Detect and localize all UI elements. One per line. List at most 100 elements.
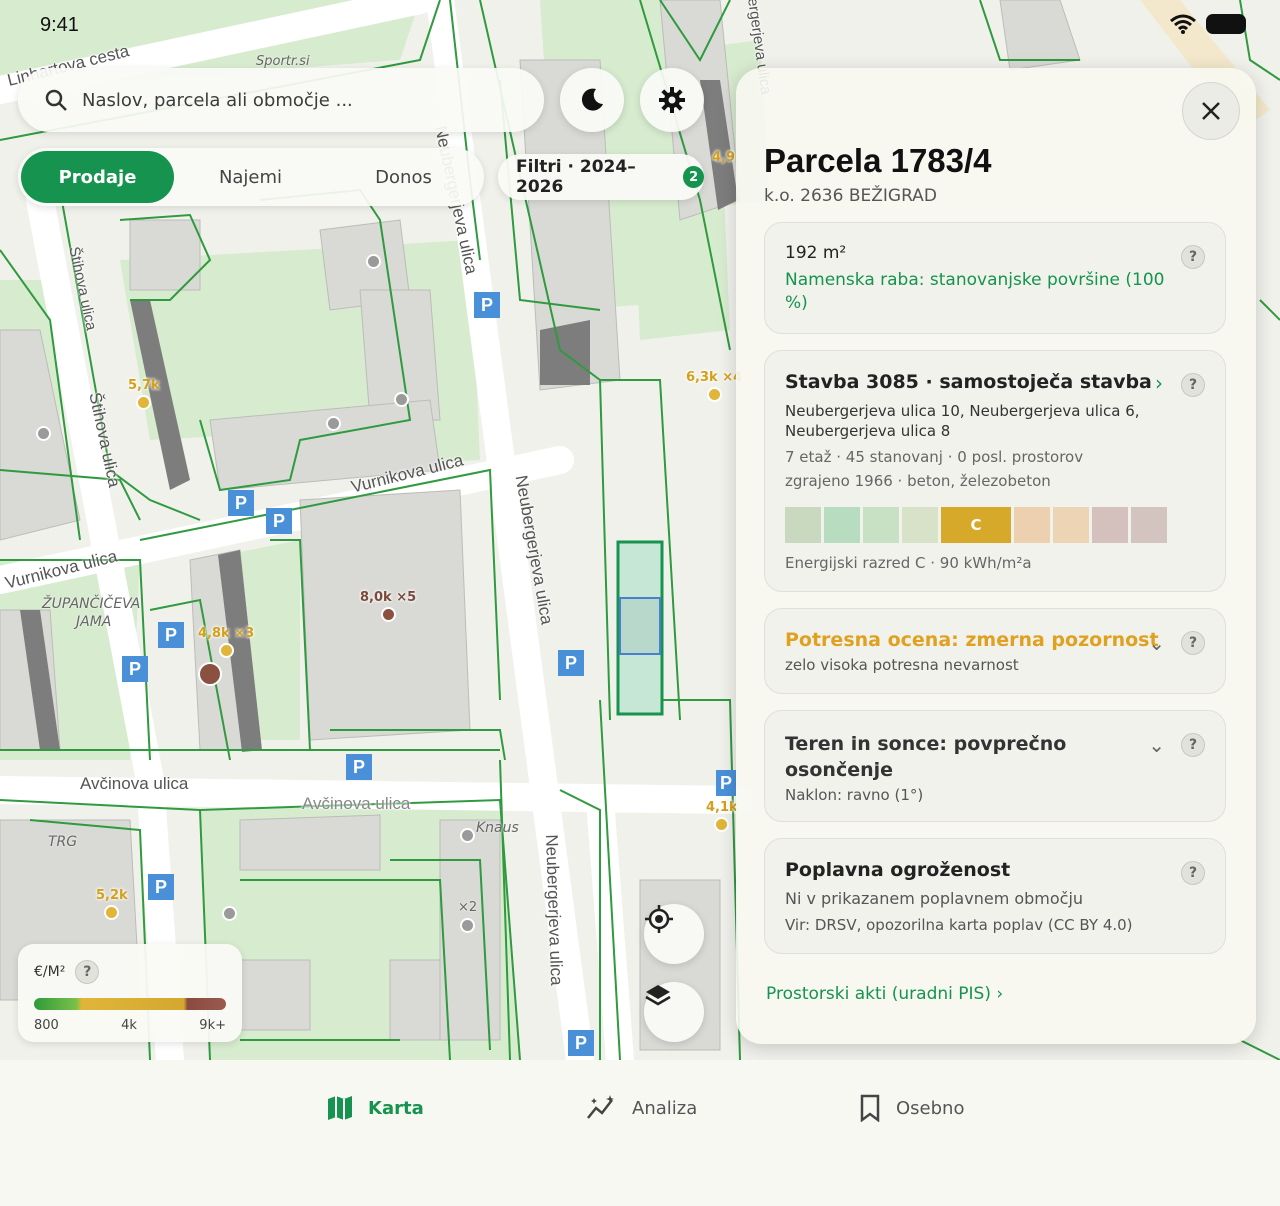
- close-button[interactable]: [1182, 82, 1240, 140]
- terrain-card[interactable]: ? ⌄ Teren in sonce: povprečno osončenje …: [764, 710, 1226, 822]
- help-icon[interactable]: ?: [1181, 861, 1205, 885]
- map-poi-dot[interactable]: [36, 426, 51, 441]
- energy-cell: [1092, 507, 1128, 543]
- energy-cell-selected: C: [941, 507, 1011, 543]
- segment-najemi[interactable]: Najemi: [174, 151, 327, 203]
- flood-title: Poplavna ogroženost: [785, 859, 1011, 881]
- price-pin[interactable]: 4,1k: [706, 800, 738, 832]
- seismic-card[interactable]: ? ⌄ Potresna ocena: zmerna pozornost zel…: [764, 608, 1226, 694]
- parking-icon: P: [228, 490, 254, 516]
- energy-cell: [1131, 507, 1167, 543]
- flood-desc: Ni v prikazanem poplavnem območju: [785, 889, 1084, 908]
- energy-cell: [1053, 507, 1089, 543]
- legend-tick: 4k: [121, 1018, 137, 1033]
- legend-tick: 9k+: [199, 1018, 226, 1033]
- legend-title: €/M²: [34, 964, 66, 980]
- nav-analiza[interactable]: Analiza: [586, 1094, 697, 1122]
- dark-mode-button[interactable]: [560, 68, 624, 132]
- filters-count-badge: 2: [683, 166, 704, 188]
- building-stats: 7 etaž · 45 stanovanj · 0 posl. prostoro…: [785, 448, 1084, 466]
- parcel-title: Parcela 1783/4: [764, 142, 992, 179]
- map-poi-dot[interactable]: [394, 392, 409, 407]
- nav-osebno[interactable]: Osebno: [858, 1094, 964, 1122]
- chevron-right-icon[interactable]: ›: [1155, 371, 1163, 395]
- map-poi-dot[interactable]: [460, 828, 475, 843]
- filters-button[interactable]: Filtri · 2024–2026 2: [498, 154, 704, 200]
- street-label: Avčinova ulica: [302, 794, 411, 813]
- close-icon: [1202, 102, 1220, 120]
- bookmark-icon: [860, 1094, 880, 1122]
- map-poi-dot[interactable]: [326, 416, 341, 431]
- nav-karta[interactable]: Karta: [326, 1094, 424, 1122]
- building-title: Stavba 3085 · samostoječa stavba: [785, 371, 1152, 393]
- legend-tick: 800: [34, 1018, 59, 1033]
- chevron-down-icon[interactable]: ⌄: [1148, 733, 1165, 757]
- crosshair-icon: [645, 905, 673, 933]
- price-pin[interactable]: 8,0k ×5: [360, 590, 416, 622]
- count-label: ×2: [458, 900, 478, 915]
- battery-icon: [1206, 14, 1246, 34]
- map-poi-dot[interactable]: [460, 918, 475, 933]
- parking-icon: P: [158, 622, 184, 648]
- status-bar: 9:41: [0, 0, 1280, 52]
- search-icon: [45, 89, 67, 111]
- mail-icon[interactable]: [198, 662, 222, 686]
- parking-icon: P: [568, 1030, 594, 1056]
- moon-icon: [581, 88, 603, 111]
- place-label: Knaus: [476, 820, 519, 836]
- place-label: JAMA: [76, 614, 112, 630]
- building-card[interactable]: ? › Stavba 3085 · samostoječa stavba Neu…: [764, 350, 1226, 592]
- seismic-title: Potresna ocena: zmerna pozornost: [785, 629, 1159, 651]
- layers-icon: [645, 985, 671, 1006]
- help-icon[interactable]: ?: [75, 960, 100, 984]
- energy-cell: [824, 507, 860, 543]
- place-label: ŽUPANČIČEVA: [42, 596, 141, 612]
- bottom-navigation: Karta Analiza Osebno: [0, 1060, 1280, 1206]
- nav-label: Osebno: [896, 1097, 965, 1119]
- settings-button[interactable]: [640, 68, 704, 132]
- price-pin[interactable]: 5,2k: [96, 888, 128, 920]
- nav-label: Analiza: [632, 1097, 698, 1119]
- help-icon[interactable]: ?: [1181, 373, 1205, 397]
- parking-icon: P: [346, 754, 372, 780]
- parking-icon: P: [148, 874, 174, 900]
- parking-icon: P: [716, 770, 736, 796]
- map-poi-dot[interactable]: [222, 906, 237, 921]
- energy-cell: [863, 507, 899, 543]
- help-icon[interactable]: ?: [1181, 631, 1205, 655]
- flood-card: ? Poplavna ogroženost Ni v prikazanem po…: [764, 838, 1226, 954]
- segment-donos[interactable]: Donos: [327, 151, 480, 203]
- layers-button[interactable]: [644, 982, 704, 1042]
- building-built: zgrajeno 1966 · beton, železobeton: [785, 472, 1051, 490]
- map-icon: [328, 1096, 352, 1120]
- segment-prodaje[interactable]: Prodaje: [21, 151, 174, 203]
- parcel-subtitle: k.o. 2636 BEŽIGRAD: [764, 186, 937, 206]
- search-input[interactable]: [82, 89, 522, 111]
- parking-icon: P: [474, 292, 500, 318]
- price-pin[interactable]: 4,9: [712, 150, 735, 165]
- price-pin[interactable]: 6,3k ×4: [686, 370, 742, 402]
- wifi-icon: [1170, 14, 1196, 34]
- parcel-panel: Parcela 1783/4 k.o. 2636 BEŽIGRAD ? 192 …: [736, 68, 1256, 1044]
- locate-button[interactable]: [644, 904, 704, 964]
- street-label: Avčinova ulica: [80, 774, 189, 793]
- spatial-acts-link[interactable]: Prostorski akti (uradni PIS) ›: [766, 984, 1003, 1004]
- search-bar[interactable]: [18, 68, 544, 132]
- price-pin[interactable]: 4,8k ×3: [198, 626, 254, 658]
- energy-scale: C: [785, 507, 1205, 543]
- status-time: 9:41: [40, 14, 79, 36]
- energy-cell: [1014, 507, 1050, 543]
- legend-gradient: [34, 998, 226, 1010]
- parcel-area: 192 m²: [785, 243, 847, 263]
- chevron-down-icon[interactable]: ⌄: [1148, 631, 1165, 655]
- gear-icon: [659, 87, 685, 113]
- place-label: Sportr.si: [256, 54, 310, 69]
- energy-cell: [902, 507, 938, 543]
- map-poi-dot[interactable]: [366, 254, 381, 269]
- help-icon[interactable]: ?: [1181, 733, 1205, 757]
- nav-label: Karta: [368, 1097, 424, 1119]
- place-label: TRG: [48, 834, 78, 850]
- help-icon[interactable]: ?: [1181, 245, 1205, 269]
- price-pin[interactable]: 5,7k: [128, 378, 160, 410]
- mode-segmented-control[interactable]: Prodaje Najemi Donos: [18, 148, 484, 206]
